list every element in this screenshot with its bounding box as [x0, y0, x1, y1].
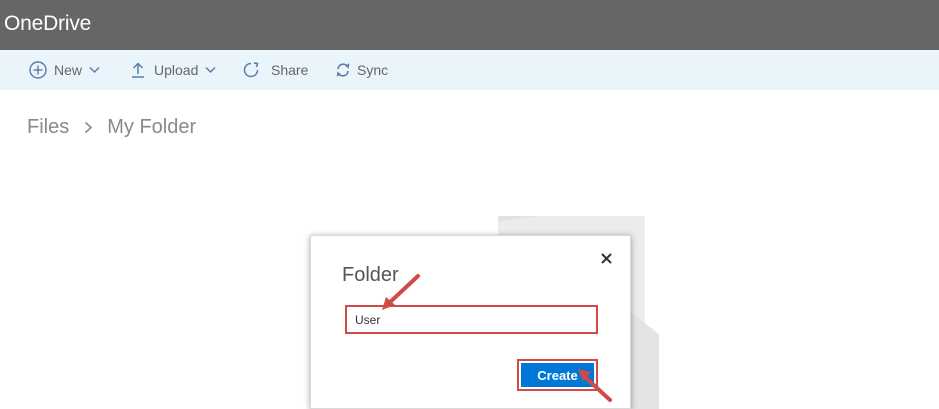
share-label: Share [271, 62, 309, 78]
chevron-down-icon [88, 64, 100, 76]
close-icon[interactable] [599, 251, 613, 265]
create-button[interactable]: Create [517, 359, 598, 391]
upload-label: Upload [154, 62, 199, 78]
new-folder-dialog: Folder Create [310, 235, 631, 409]
folder-name-input[interactable] [345, 305, 598, 334]
chevron-down-icon [204, 64, 216, 76]
breadcrumb-files[interactable]: Files [27, 116, 69, 139]
create-button-label: Create [521, 363, 594, 387]
app-header: OneDrive [0, 0, 939, 50]
new-button[interactable]: New [28, 50, 100, 90]
sync-icon [333, 60, 353, 80]
sync-button[interactable]: Sync [333, 50, 388, 90]
sync-label: Sync [357, 62, 389, 78]
breadcrumb: Files My Folder [27, 116, 196, 139]
dialog-title: Folder [342, 264, 399, 286]
share-icon [241, 60, 261, 80]
command-bar: New Upload Share Sync [0, 50, 939, 90]
upload-button[interactable]: Upload [128, 50, 216, 90]
app-title[interactable]: OneDrive [4, 12, 91, 36]
chevron-right-icon [81, 121, 95, 135]
share-button[interactable]: Share [241, 50, 308, 90]
breadcrumb-current: My Folder [107, 116, 197, 138]
new-label: New [54, 62, 83, 78]
upload-icon [128, 60, 148, 80]
plus-circle-icon [28, 60, 48, 80]
